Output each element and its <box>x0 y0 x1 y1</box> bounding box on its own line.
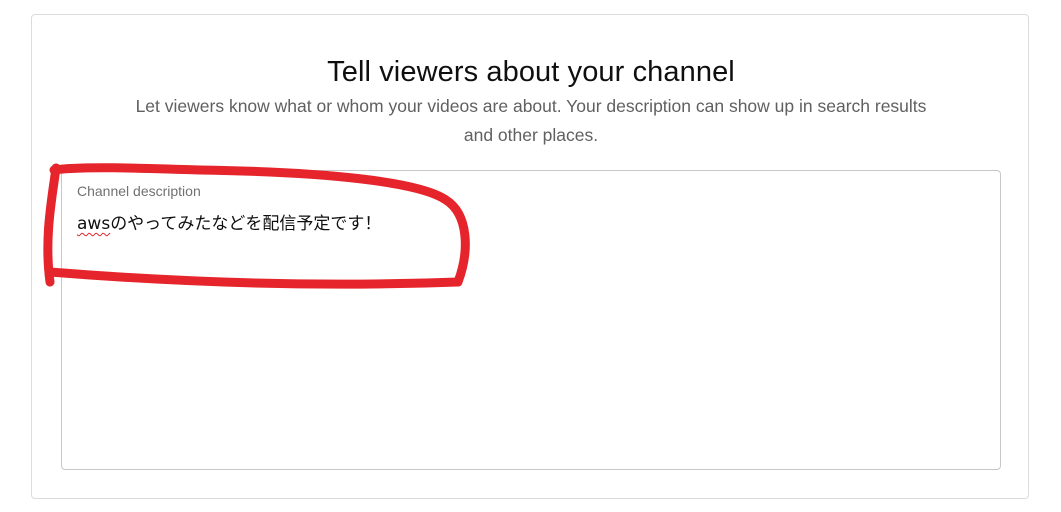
page-title: Tell viewers about your channel <box>327 56 735 88</box>
channel-description-card: Tell viewers about your channel Let view… <box>31 14 1029 499</box>
channel-description-field[interactable]: Channel description awsのやってみたなどを配信予定です！ <box>61 170 1001 470</box>
channel-description-input[interactable]: awsのやってみたなどを配信予定です！ <box>77 209 977 234</box>
channel-description-label: Channel description <box>77 183 201 199</box>
channel-description-text[interactable]: のやってみたなどを配信予定です！ <box>110 214 381 234</box>
page: Tell viewers about your channel Let view… <box>0 0 1061 512</box>
spellcheck-flagged-word[interactable]: aws <box>77 214 110 234</box>
page-subtitle: Let viewers know what or whom your video… <box>135 96 927 145</box>
